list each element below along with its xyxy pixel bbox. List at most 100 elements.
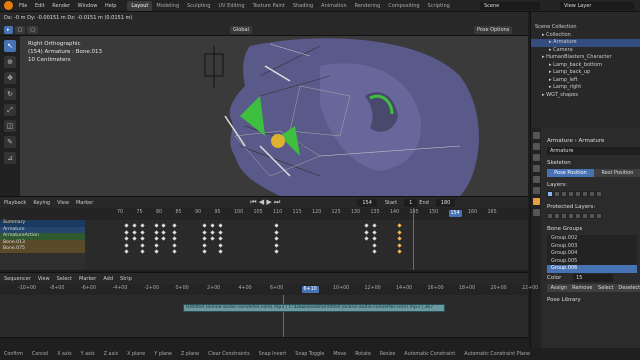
keyframe-marker[interactable] (364, 229, 369, 235)
dopesheet-ruler[interactable]: 70 75 80 85 90 95 100 105 110 115 120 125 130 135 140 1… (0, 208, 528, 220)
menu-file[interactable]: File (19, 3, 27, 9)
rest-position-button[interactable]: Rest Position (594, 169, 640, 177)
layers-grid[interactable] (543, 191, 640, 202)
keyframe-marker[interactable] (202, 229, 207, 235)
tab-modeling[interactable]: Modeling (152, 1, 183, 11)
keyframe-marker[interactable] (124, 249, 129, 254)
keyframe-marker[interactable] (218, 229, 223, 235)
keyframe-marker[interactable] (397, 223, 402, 228)
tab-texture-paint[interactable]: Texture Paint (249, 1, 289, 11)
outliner-item[interactable]: ▸ HumanBlasters_Character (531, 54, 640, 62)
keyframe-marker[interactable] (140, 229, 145, 235)
keyframe-marker[interactable] (397, 249, 402, 254)
seq-view-menu[interactable]: View (38, 276, 50, 282)
rotate-tool-icon[interactable]: ↻ (4, 88, 16, 100)
keyframe-marker[interactable] (172, 242, 177, 248)
menu-edit[interactable]: Edit (35, 3, 45, 9)
audio-strip[interactable]: Untitled (online-audio-converter.com).mp… (183, 304, 445, 312)
keyframe-marker[interactable] (218, 236, 223, 241)
keying-menu[interactable]: Keying (33, 200, 50, 206)
sequencer-playhead[interactable] (283, 295, 284, 337)
outliner-item[interactable]: ▸ Collection (531, 32, 640, 40)
keyframe-marker[interactable] (274, 223, 279, 228)
end-frame-field[interactable]: 180 (435, 198, 456, 207)
keyframe-marker[interactable] (132, 229, 137, 235)
keyframe-marker[interactable] (140, 236, 145, 241)
remove-button[interactable]: Remove (570, 283, 594, 292)
skeleton-panel-header[interactable]: Skeleton (543, 158, 640, 169)
3d-viewport[interactable]: Right Orthographic (154) Armature : Bone… (20, 36, 528, 196)
keyframe-marker[interactable] (372, 242, 377, 248)
keyframe-marker[interactable] (124, 242, 129, 248)
seq-strip-menu[interactable]: Strip (120, 276, 132, 282)
keyframe-marker[interactable] (364, 223, 369, 228)
outliner-item[interactable]: ▸ Lamp_back_up (531, 69, 640, 77)
pose-library-panel-header[interactable]: Pose Library (543, 295, 640, 306)
cursor-tool-icon[interactable]: ⊕ (4, 56, 16, 68)
channel-row[interactable]: Bone.075 (0, 246, 85, 253)
select-mode-2[interactable]: ▢ (27, 26, 38, 34)
keyframe-marker[interactable] (274, 236, 279, 241)
tab-uv-editing[interactable]: UV Editing (214, 1, 248, 11)
keyframe-marker[interactable] (372, 223, 377, 228)
seq-marker-menu[interactable]: Marker (79, 276, 96, 282)
keyframe-marker[interactable] (397, 236, 402, 241)
keyframe-marker[interactable] (372, 236, 377, 241)
blender-logo-icon[interactable] (4, 1, 13, 10)
bone-group-item[interactable]: Group.003 (547, 243, 637, 251)
keyframe-marker[interactable] (172, 229, 177, 235)
keyframe-marker[interactable] (218, 242, 223, 248)
keyframe-marker[interactable] (124, 236, 129, 241)
keyframe-marker[interactable] (210, 229, 215, 235)
outliner-item[interactable]: ▸ Armature (531, 39, 640, 47)
outliner-item[interactable]: ▸ Lamp_back_bottom (531, 62, 640, 70)
keyframe-marker[interactable] (274, 242, 279, 248)
measure-tool-icon[interactable]: ⊿ (4, 152, 16, 164)
marker-menu[interactable]: Marker (76, 200, 93, 206)
sequencer-ruler[interactable]: -10+00 -8+00 -6+00 -4+00 -2+00 0+00 2+00 4+00 6+… (0, 284, 538, 295)
keyframe-marker[interactable] (372, 229, 377, 235)
deselect-button[interactable]: Deselect (617, 283, 640, 292)
keyframe-marker[interactable] (124, 223, 129, 228)
keyframe-marker[interactable] (140, 249, 145, 254)
keyframe-marker[interactable] (140, 242, 145, 248)
keyframe-marker[interactable] (218, 249, 223, 254)
sequencer-editor-type[interactable]: Sequencer (4, 276, 31, 282)
keyframe-marker[interactable] (202, 223, 207, 228)
playback-menu[interactable]: Playback (4, 200, 26, 206)
keyframe-marker[interactable] (372, 249, 377, 254)
seq-select-menu[interactable]: Select (57, 276, 72, 282)
tab-shading[interactable]: Shading (289, 1, 317, 11)
view-layer-selector[interactable]: View Layer (560, 2, 634, 10)
menu-help[interactable]: Help (105, 3, 116, 9)
select-button[interactable]: Select (594, 283, 618, 292)
bone-tab-icon[interactable] (532, 209, 540, 216)
assign-button[interactable]: Assign (547, 283, 571, 292)
keyframe-marker[interactable] (161, 223, 166, 228)
outliner-item[interactable]: Scene Collection (531, 24, 640, 32)
tab-layout[interactable]: Layout (127, 0, 153, 11)
pose-options-button[interactable]: Pose Options (473, 26, 513, 34)
color-set-dropdown[interactable]: 15 (573, 273, 614, 282)
tool-tab-icon[interactable] (532, 132, 540, 139)
keyframe-marker[interactable] (210, 223, 215, 228)
keyframe-marker[interactable] (274, 249, 279, 254)
outliner-item[interactable]: ▸ Lamp_left (531, 77, 640, 85)
keyframe-marker[interactable] (154, 242, 159, 248)
keyframe-marker[interactable] (364, 236, 369, 241)
bone-group-item[interactable]: Group.006 (547, 265, 637, 273)
outliner-item[interactable]: ▸ Lamp_right (531, 84, 640, 92)
keyframe-marker[interactable] (124, 229, 129, 235)
timeline-playhead[interactable] (413, 208, 414, 270)
menu-window[interactable]: Window (78, 3, 98, 9)
current-frame-field[interactable]: 154 (357, 198, 377, 207)
bone-group-item[interactable]: Group.005 (547, 258, 637, 266)
keyframe-marker[interactable] (218, 223, 223, 228)
keyframe-marker[interactable] (132, 236, 137, 241)
keyframe-marker[interactable] (274, 229, 279, 235)
tab-animation[interactable]: Animation (317, 1, 351, 11)
view-menu[interactable]: View (57, 200, 69, 206)
keyframe-marker[interactable] (202, 249, 207, 254)
bone-groups-panel-header[interactable]: Bone Groups (543, 224, 640, 235)
play-controls-icon[interactable]: ⏮ ◀ ▶ ⏭ (250, 198, 280, 207)
